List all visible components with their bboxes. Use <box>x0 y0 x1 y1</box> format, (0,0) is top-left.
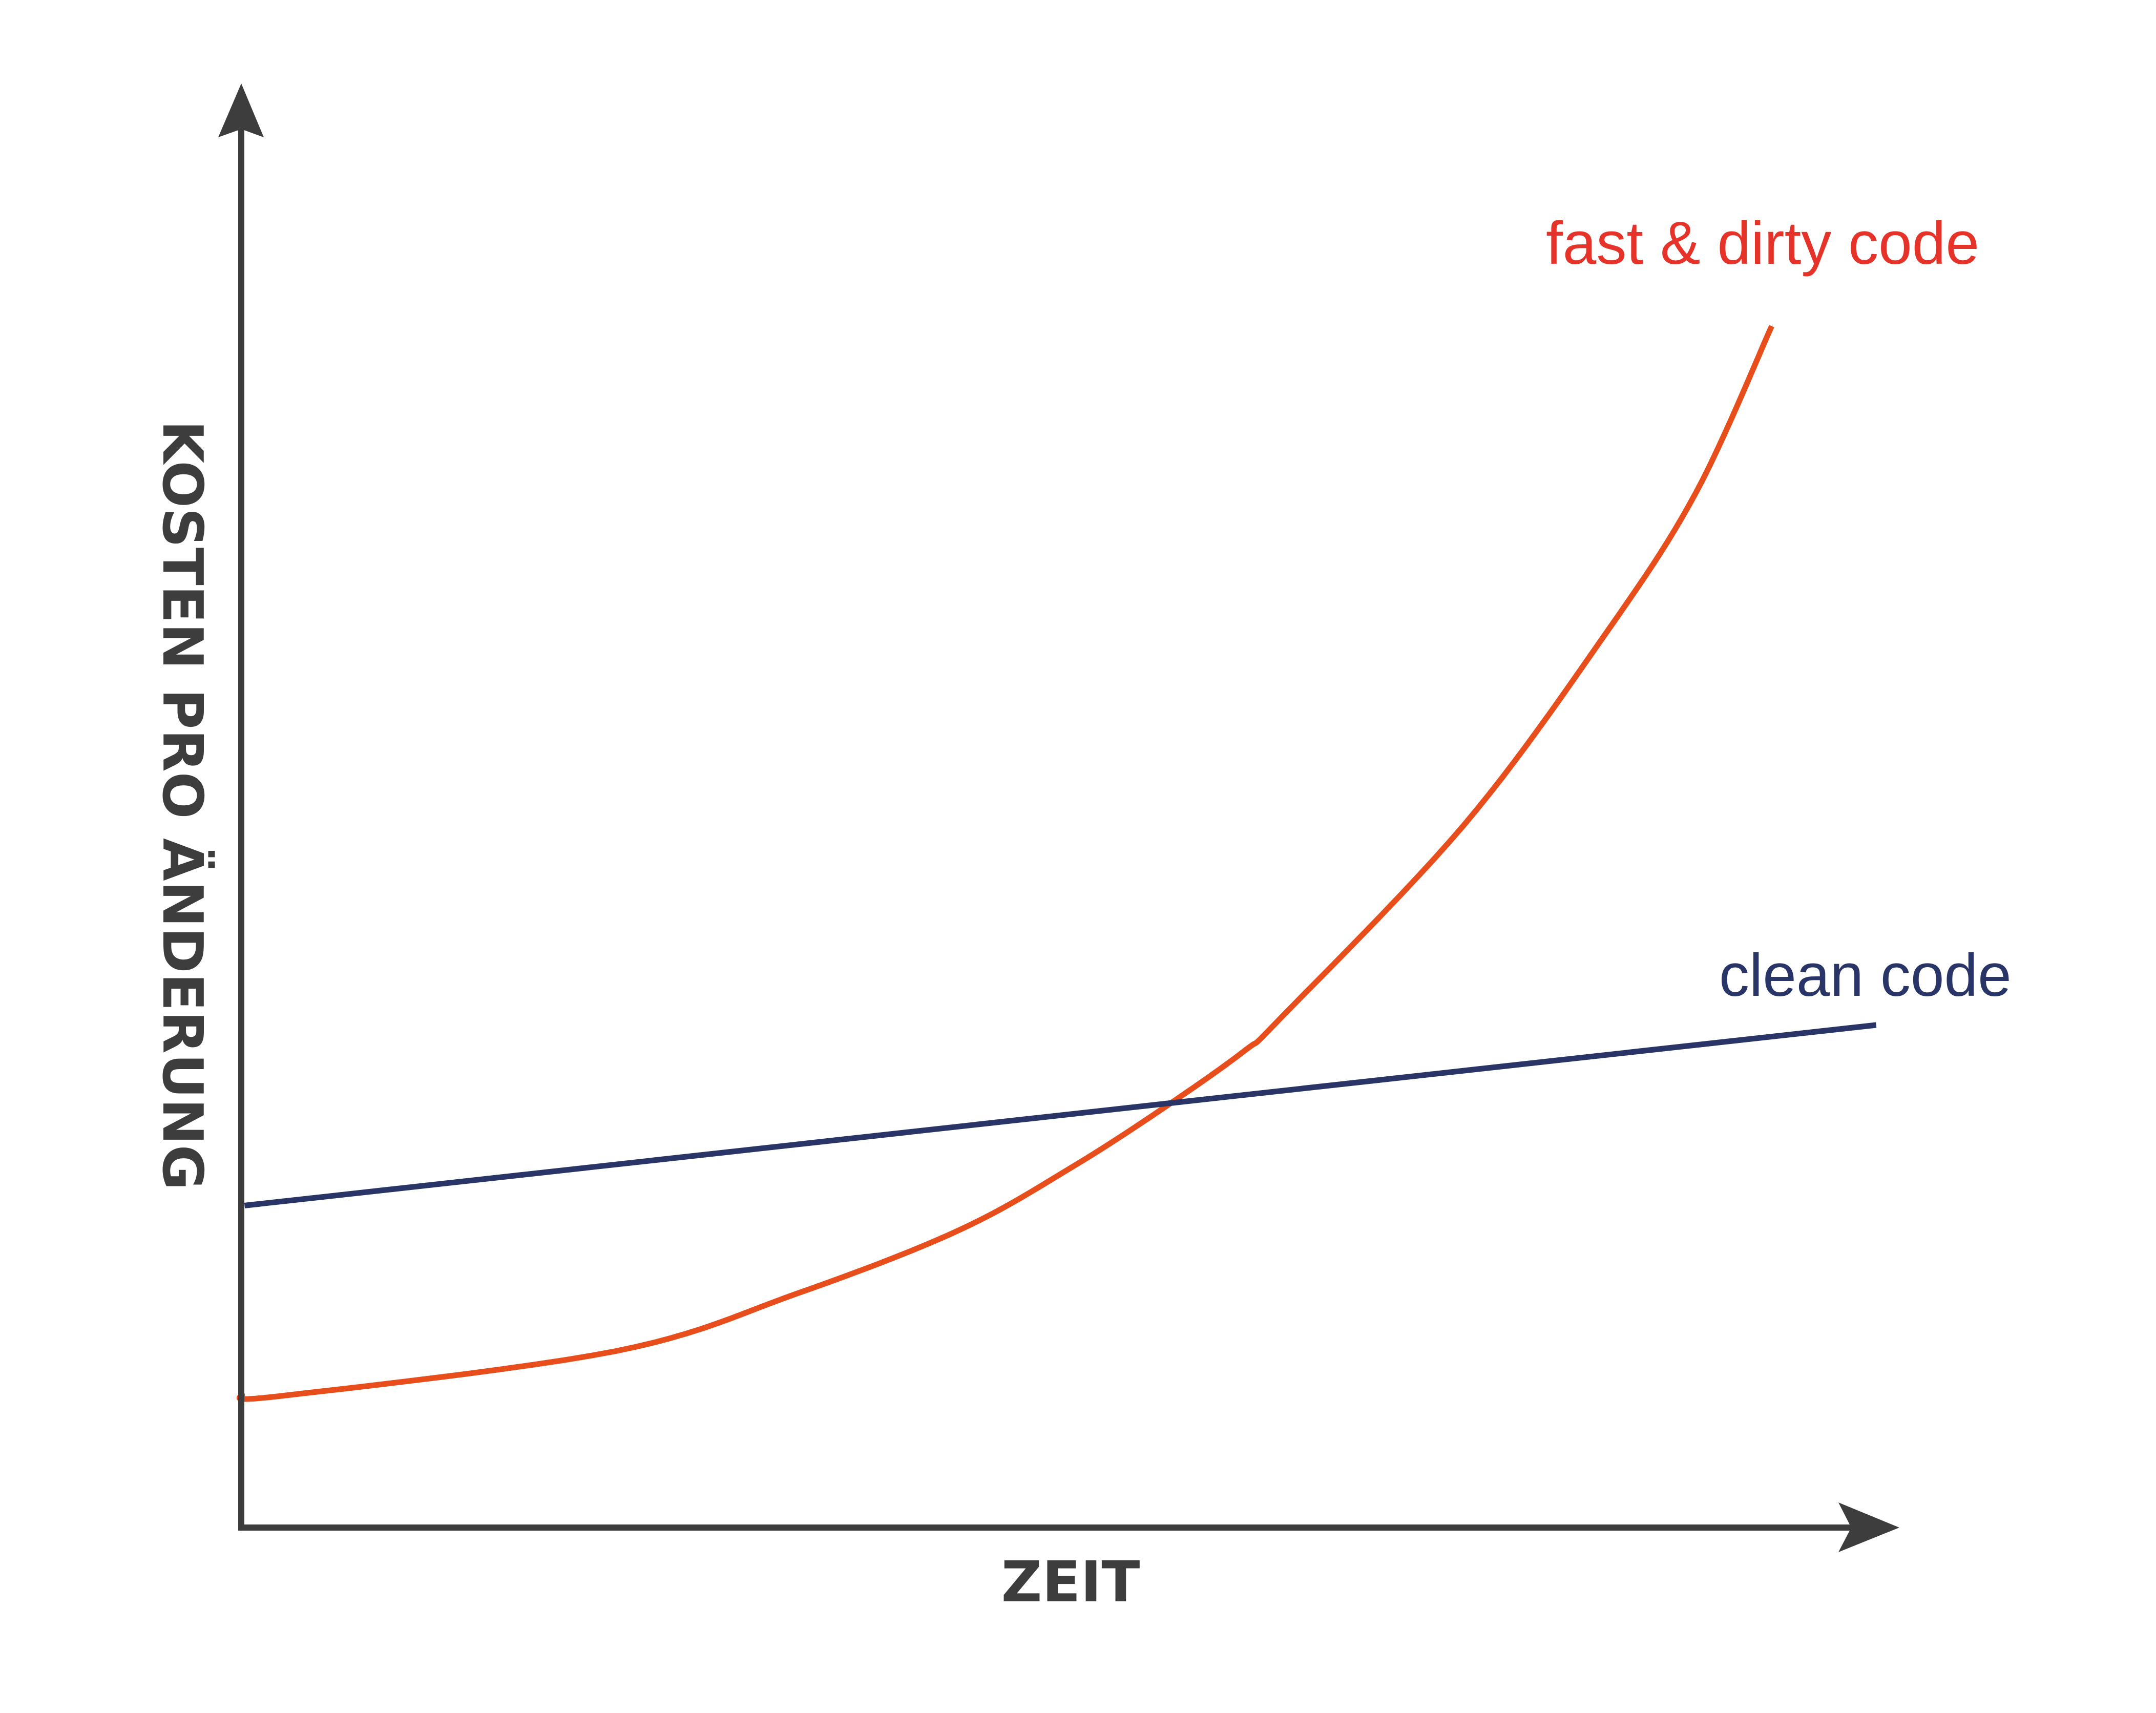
x-axis-label: ZEIT <box>1001 1549 1140 1615</box>
cost-of-change-chart: ZEIT KOSTEN PRO ÄNDERUNG fast & dirty co… <box>150 83 2012 1615</box>
plot-area <box>236 325 1877 1402</box>
y-axis-label: KOSTEN PRO ÄNDERUNG <box>150 421 215 1190</box>
series-label-fast-dirty-code: fast & dirty code <box>1546 210 1979 277</box>
series-line-fast-dirty-code <box>236 325 1774 1402</box>
series-label-clean-code: clean code <box>1719 942 2012 1009</box>
axes <box>218 83 1899 1552</box>
series-line-clean-code <box>244 1022 1877 1208</box>
